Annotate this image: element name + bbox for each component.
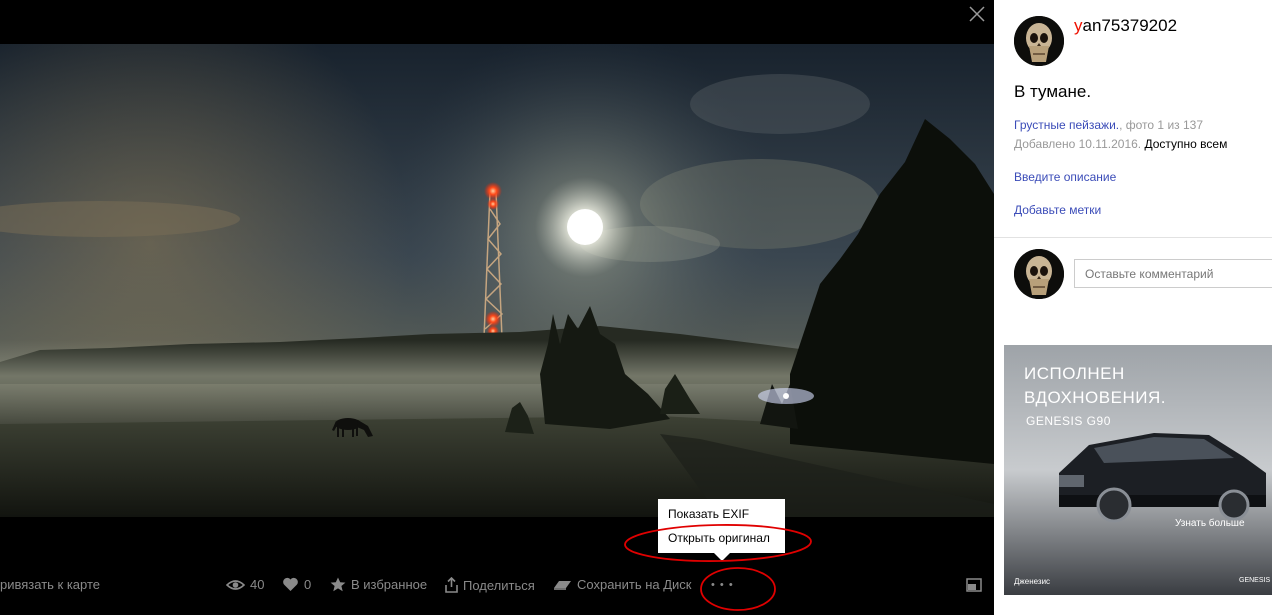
ad-cta[interactable]: Узнать больше [1175,518,1245,529]
fullscreen-icon[interactable] [966,578,982,592]
save-to-disk-label: Сохранить на Диск [577,577,692,592]
likes-count: 0 [304,577,312,592]
share-label: Поделиться [463,577,535,593]
skull-avatar-image [1014,249,1064,299]
attach-map-button[interactable]: ривязать к карте [0,577,100,592]
ad-headline-2: ВДОХНОВЕНИЯ. [1024,388,1166,407]
photo-position: , фото 1 из 137 [1119,118,1203,132]
share-icon [445,577,458,593]
username[interactable]: yan75379202 [1074,16,1177,36]
photo-title: В тумане. [1014,82,1092,101]
night-fog-landscape-image [0,44,994,517]
ad-headline-1: ИСПОЛНЕН [1024,364,1125,383]
more-context-menu: Показать EXIF Открыть оригинал [658,499,785,561]
skull-avatar-image [1014,16,1064,66]
divider [994,237,1272,238]
commenter-avatar [1014,249,1064,299]
photo-date-info: Добавлено 10.11.2016. Доступно всем [1014,137,1227,151]
close-icon[interactable] [966,3,988,25]
eye-icon [226,579,245,590]
star-icon [330,577,346,592]
photo-toolbar: ривязать к карте 40 0 В избранное Подели… [0,572,994,600]
username-rest: an75379202 [1082,16,1178,35]
photo-info-sidebar: yan75379202 В тумане. Грустные пейзажи.,… [994,0,1272,615]
save-to-disk-button[interactable]: Сохранить на Диск [553,577,692,592]
ad-model: GENESIS G90 [1026,414,1111,428]
ad-brand: GENESIS [1239,577,1271,584]
advertisement-banner[interactable]: ИСПОЛНЕН ВДОХНОВЕНИЯ. GENESIS G90 Узнать… [1004,345,1272,595]
ad-advertiser: Дженезис [1014,577,1051,586]
share-button[interactable]: Поделиться [445,577,535,593]
comment-input[interactable]: Оставьте комментарий [1074,259,1272,288]
username-first-letter: y [1074,16,1083,35]
favorite-button[interactable]: В избранное [330,577,427,592]
menu-item-open-original[interactable]: Открыть оригинал [668,531,770,545]
attach-map-label: ривязать к карте [0,577,101,592]
views-count: 40 [250,577,265,592]
like-button[interactable]: 0 [282,577,311,592]
views-counter: 40 [226,577,264,592]
added-date: Добавлено 10.11.2016. [1014,137,1142,151]
user-avatar[interactable] [1014,16,1064,66]
more-label: • • • [711,579,734,591]
add-description-link[interactable]: Введите описание [1014,170,1116,184]
comment-placeholder: Оставьте комментарий [1085,267,1214,281]
access-level[interactable]: Доступно всем [1144,137,1227,151]
disk-icon [554,580,571,590]
photo[interactable] [0,44,994,517]
favorite-label: В избранное [351,577,428,592]
photo-viewer: ривязать к карте 40 0 В избранное Подели… [0,0,994,615]
menu-item-show-exif[interactable]: Показать EXIF [668,507,749,521]
more-button[interactable]: • • • [711,579,734,591]
photo-album-info: Грустные пейзажи., фото 1 из 137 [1014,118,1203,132]
album-link[interactable]: Грустные пейзажи. [1014,118,1119,132]
heart-icon [283,577,298,591]
add-tags-link[interactable]: Добавьте метки [1014,203,1101,217]
